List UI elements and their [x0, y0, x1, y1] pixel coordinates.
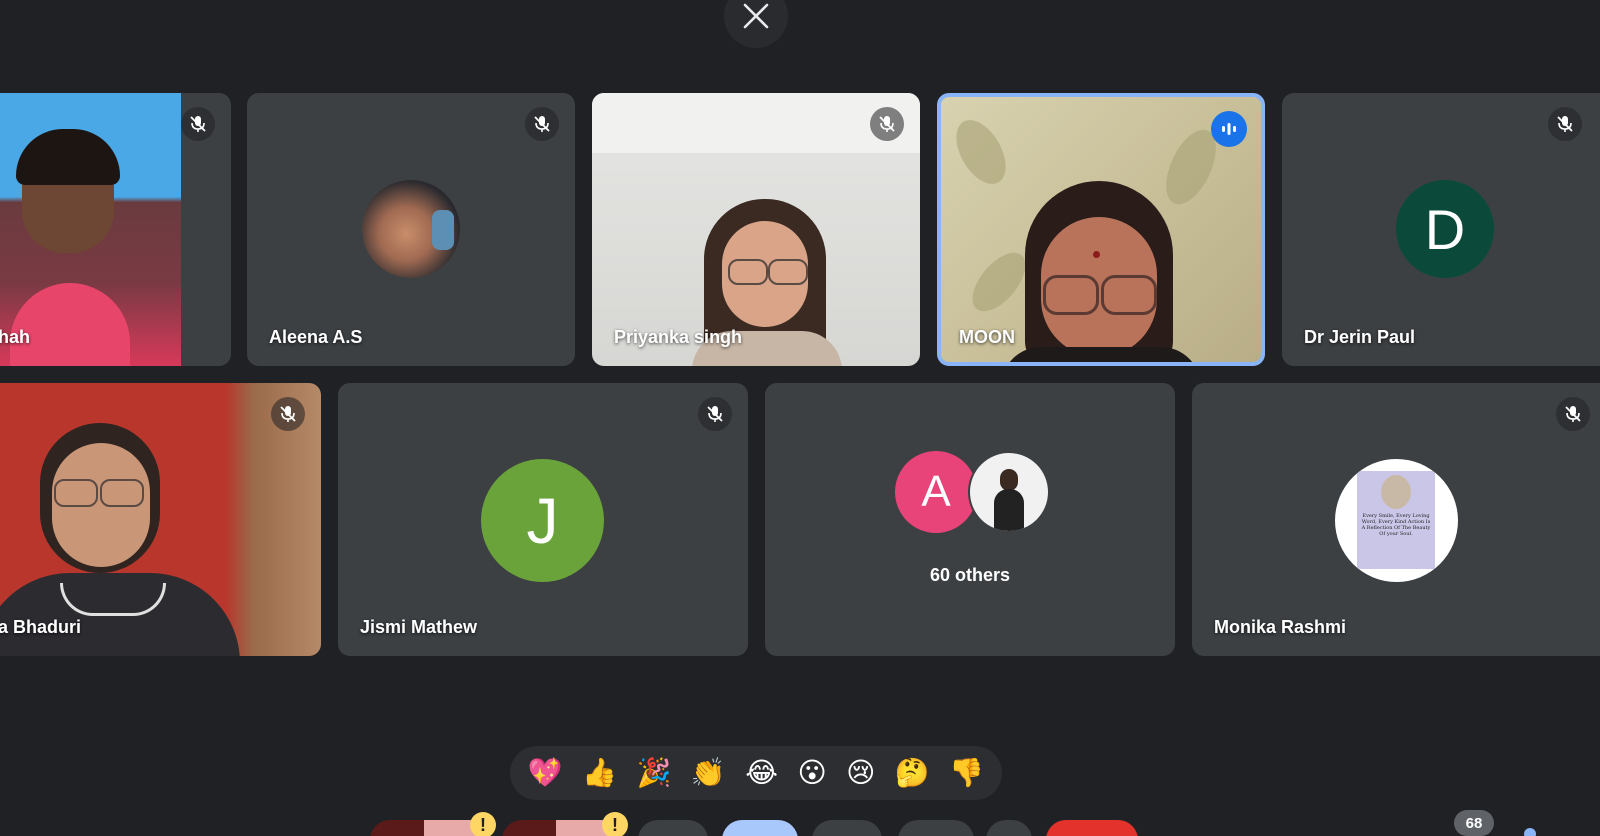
participant-name: MOON [959, 327, 1015, 347]
captions-button[interactable] [638, 820, 708, 836]
participant-video [0, 93, 181, 366]
participant-tile-jismi[interactable]: J Jismi Mathew [338, 383, 748, 656]
avatar-photo [968, 451, 1050, 533]
participant-name: Monika Rashmi [1214, 617, 1347, 637]
others-count: 60 others [929, 565, 1011, 585]
mic-warning-badge: ! [470, 812, 496, 836]
reaction-heart[interactable]: 💖 [528, 759, 563, 787]
reaction-thumbs-down[interactable]: 👎 [949, 759, 984, 787]
participant-name: Dr Jerin Paul [1304, 327, 1416, 347]
reaction-surprised[interactable]: 😮 [797, 759, 826, 787]
participant-tile-jerin[interactable]: D Dr Jerin Paul [1282, 93, 1600, 366]
mic-off-icon [1557, 116, 1573, 132]
participant-tile-monika[interactable]: Every Smile, Every Loving Word, Every Ki… [1192, 383, 1600, 656]
mic-off-icon [280, 406, 296, 422]
participants-count-badge[interactable]: 68 [1454, 810, 1494, 836]
camera-warning-badge: ! [602, 812, 628, 836]
mic-off-indicator [870, 107, 904, 141]
close-button[interactable] [724, 0, 788, 48]
avatar-quote: Every Smile, Every Loving Word, Every Ki… [1361, 513, 1431, 537]
mic-off-indicator [181, 107, 215, 141]
avatar-initial: J [481, 459, 604, 582]
avatar-photo: Every Smile, Every Loving Word, Every Ki… [1335, 459, 1458, 582]
reaction-thumbs-up[interactable]: 👍 [582, 759, 617, 787]
leave-call-button[interactable] [1046, 820, 1138, 836]
reaction-bar: 💖 👍 🎉 👏 😂 😮 😢 🤔 👎 [510, 746, 1002, 800]
mic-off-indicator [1548, 107, 1582, 141]
mic-off-indicator [271, 397, 305, 431]
avatar-initial: D [1396, 180, 1494, 278]
mic-off-icon [534, 116, 550, 132]
present-button[interactable] [812, 820, 882, 836]
speaking-indicator [1211, 111, 1247, 147]
participant-tile-aleena[interactable]: Aleena A.S [247, 93, 575, 366]
more-options-button[interactable] [986, 820, 1032, 836]
reaction-sad[interactable]: 😢 [846, 759, 875, 787]
reactions-button[interactable] [722, 820, 798, 836]
participant-video [592, 93, 920, 366]
reaction-clap[interactable]: 👏 [691, 759, 726, 787]
participant-name: a Bhaduri [0, 617, 82, 637]
avatar-initial: A [895, 451, 977, 533]
activity-dot [1524, 828, 1536, 836]
participant-tile-moon[interactable]: MOON [937, 93, 1265, 366]
participant-tile-bhaduri[interactable]: a Bhaduri [0, 383, 321, 656]
mic-off-indicator [525, 107, 559, 141]
participant-name: Priyanka singh [614, 327, 743, 347]
reaction-party[interactable]: 🎉 [637, 759, 672, 787]
meeting-stage: hah Aleena A.S Priyanka singh MOON D Dr … [0, 0, 1600, 836]
participant-video [0, 383, 321, 656]
raise-hand-button[interactable] [898, 820, 974, 836]
mic-off-icon [1565, 406, 1581, 422]
reaction-laugh[interactable]: 😂 [745, 759, 778, 787]
participant-tile-priyanka[interactable]: Priyanka singh [592, 93, 920, 366]
mic-off-indicator [1556, 397, 1590, 431]
participant-tile-hah[interactable]: hah [0, 93, 231, 366]
mic-off-indicator [698, 397, 732, 431]
participant-name: hah [0, 327, 31, 347]
mic-off-icon [707, 406, 723, 422]
reaction-thinking[interactable]: 🤔 [895, 759, 930, 787]
mic-off-icon [879, 116, 895, 132]
others-tile[interactable]: A 60 others [765, 383, 1175, 656]
participant-name: Jismi Mathew [360, 617, 478, 637]
participant-name: Aleena A.S [269, 327, 363, 347]
audio-level-icon [1222, 123, 1236, 135]
close-icon [743, 3, 769, 29]
avatar-photo [362, 180, 460, 278]
mic-off-icon [190, 116, 206, 132]
